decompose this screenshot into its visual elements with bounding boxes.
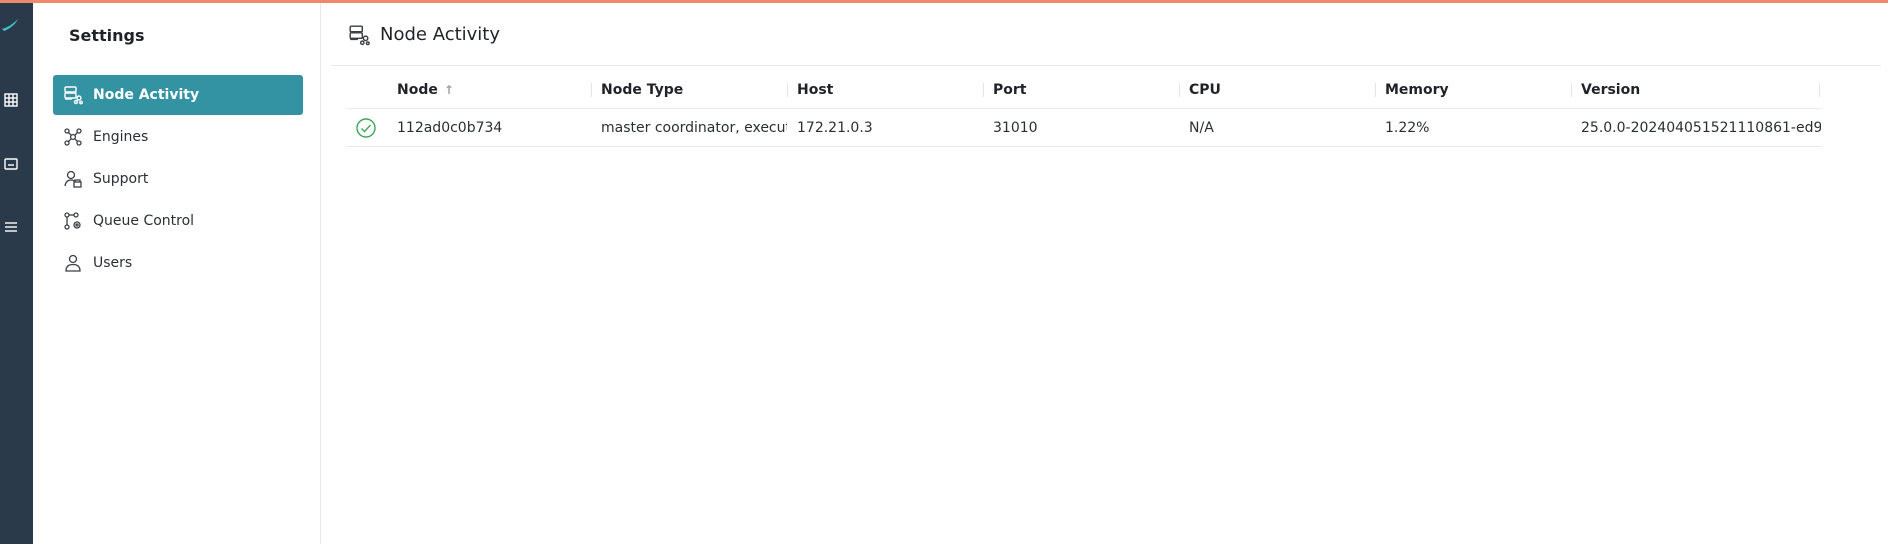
column-header-host[interactable]: Host [787,71,983,109]
status-ok-icon [355,117,377,139]
nav-item-label: Users [93,255,133,271]
table-header-row: Node ↑ Node Type Host Port CPU Memory Ve… [347,71,1821,109]
main-content: Node Activity Node ↑ Node Type Host Port… [331,3,1881,544]
logo-icon[interactable] [0,17,22,33]
column-header-memory[interactable]: Memory [1375,71,1571,109]
cell-node: 112ad0c0b734 [397,120,503,136]
main-header: Node Activity [331,3,1881,66]
column-divider [1819,83,1820,97]
column-header-cpu[interactable]: CPU [1179,71,1375,109]
nav-item-queue-control[interactable]: Queue Control [53,201,303,241]
menu-icon[interactable] [0,216,22,238]
column-header-label: Port [993,82,1027,98]
node-table: Node ↑ Node Type Host Port CPU Memory Ve… [347,71,1821,147]
column-header-label: Memory [1385,82,1449,98]
nav-item-node-activity[interactable]: Node Activity [53,75,303,115]
support-icon [63,169,83,189]
column-header-version[interactable]: Version [1571,71,1821,109]
cell-node-type: master coordinator, executor [601,120,787,136]
nav-item-label: Support [93,171,149,187]
settings-panel: Settings Node Activity Engines Support Q… [33,3,321,544]
left-rail [0,3,33,544]
settings-nav: Node Activity Engines Support Queue Cont… [53,75,303,285]
nav-item-users[interactable]: Users [53,243,303,283]
nav-item-label: Engines [93,129,149,145]
cell-cpu: N/A [1189,120,1214,136]
grid-icon[interactable] [0,89,22,111]
column-header-node-type[interactable]: Node Type [591,71,787,109]
column-header-port[interactable]: Port [983,71,1179,109]
column-header-node[interactable]: Node ↑ [387,71,591,109]
page-title: Node Activity [380,24,501,45]
nav-item-label: Queue Control [93,213,195,229]
nav-item-engines[interactable]: Engines [53,117,303,157]
column-header-label: Host [797,82,834,98]
sort-ascending-icon: ↑ [443,83,454,97]
nav-item-label: Node Activity [93,87,200,103]
engines-icon [63,127,83,147]
queue-control-icon [63,211,83,231]
table-row[interactable]: 112ad0c0b734 master coordinator, executo… [347,109,1821,147]
column-header-label: CPU [1189,82,1221,98]
cell-port: 31010 [993,120,1038,136]
nav-item-support[interactable]: Support [53,159,303,199]
node-activity-icon [63,85,83,105]
users-icon [63,253,83,273]
terminal-icon[interactable] [0,153,22,175]
node-activity-icon [348,24,370,46]
column-header-label: Node Type [601,82,684,98]
settings-title: Settings [69,26,145,45]
column-header-label: Node [397,82,438,98]
cell-version: 25.0.0-202404051521110861-ed95… [1581,120,1821,136]
column-header-label: Version [1581,82,1641,98]
cell-memory: 1.22% [1385,120,1430,136]
cell-host: 172.21.0.3 [797,120,873,136]
